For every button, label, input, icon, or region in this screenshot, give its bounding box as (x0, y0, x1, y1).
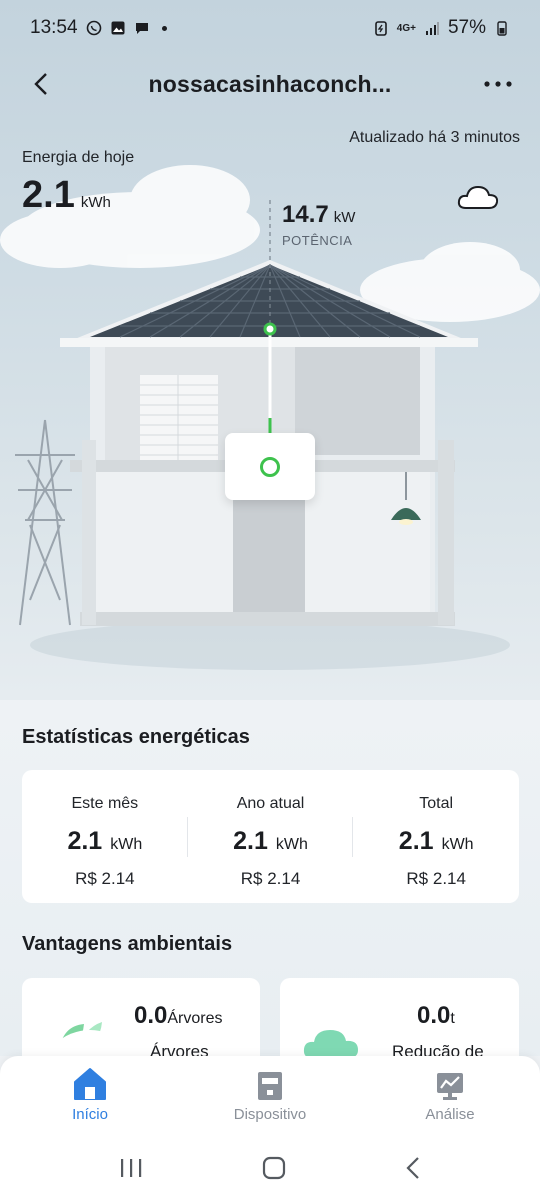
power-readout: 14.7 kW POTÊNCIA (282, 201, 355, 248)
nav-device[interactable]: Dispositivo (180, 1056, 360, 1136)
battery-percent: 57% (447, 17, 486, 38)
more-options-button[interactable] (478, 64, 518, 104)
more-notifications-dot (161, 25, 167, 31)
status-time: 13:54 (30, 17, 78, 38)
status-bar: 13:54 4G+ 57% (0, 0, 540, 56)
energy-today-number: 2.1 (22, 174, 75, 216)
stat-unit: kWh (275, 836, 308, 853)
nav-home-label: Início (72, 1106, 108, 1123)
stats-card[interactable]: Este mês 2.1 kWh R$ 2.14 Ano atual 2.1 k… (22, 770, 519, 903)
stat-number: 2.1 (398, 827, 434, 855)
stat-this-month: Este mês 2.1 kWh R$ 2.14 (22, 770, 188, 903)
stat-value: 2.1 kWh (399, 827, 474, 856)
chat-bubble-icon (135, 23, 148, 34)
home-icon (74, 1068, 106, 1100)
inverter-device[interactable] (225, 433, 315, 500)
env-section-title: Vantagens ambientais (22, 933, 233, 955)
back-system-icon[interactable] (405, 1156, 421, 1180)
stat-unit: kWh (441, 836, 474, 853)
app-header: nossacasinhaconch... (0, 56, 540, 112)
recent-apps-icon[interactable] (119, 1157, 143, 1179)
power-number: 14.7 (282, 201, 329, 228)
power-label: POTÊNCIA (282, 233, 353, 248)
env-unit: t (450, 1010, 455, 1027)
whatsapp-icon (86, 20, 101, 36)
env-number: 0.0 (417, 1002, 451, 1029)
system-navigation (0, 1136, 540, 1200)
env-co2-value: 0.0 t (417, 1002, 455, 1030)
home-system-icon[interactable] (262, 1156, 286, 1180)
stat-number: 2.1 (67, 827, 103, 855)
more-dots-icon (484, 81, 512, 87)
power-unit: kW (333, 209, 356, 226)
analysis-icon (437, 1073, 463, 1100)
back-button[interactable] (22, 64, 62, 104)
network-type: 4G+ (396, 22, 416, 34)
stat-label: Este mês (71, 795, 139, 812)
stat-money: R$ 2.14 (406, 869, 466, 888)
back-arrow-icon (34, 73, 47, 95)
nav-device-label: Dispositivo (233, 1106, 307, 1123)
stat-money: R$ 2.14 (240, 869, 301, 888)
stat-value: 2.1 kWh (67, 827, 142, 856)
energy-today-value: 2.1 kWh (22, 174, 111, 217)
energy-today-label: Energia de hoje (22, 149, 135, 166)
inverter-status-ring (260, 456, 280, 477)
env-number: 0.0 (134, 1002, 168, 1029)
stat-value: 2.1 kWh (233, 827, 308, 856)
stats-section-title: Estatísticas energéticas (22, 726, 250, 748)
stat-unit: kWh (110, 836, 143, 853)
stat-label: Total (419, 795, 454, 812)
nav-analysis[interactable]: Análise (360, 1056, 540, 1136)
device-icon (258, 1072, 282, 1100)
signal-icon (425, 22, 439, 35)
nav-analysis-label: Análise (425, 1106, 475, 1123)
stat-current-year: Ano atual 2.1 kWh R$ 2.14 (188, 770, 354, 903)
stat-number: 2.1 (233, 827, 268, 855)
updated-text: Atualizado há 3 minutos (349, 129, 520, 146)
gallery-icon (111, 21, 125, 35)
env-trees-value: 0.0 Árvores (134, 1002, 223, 1030)
battery-icon (497, 21, 507, 36)
stat-money: R$ 2.14 (75, 869, 135, 888)
env-unit: Árvores (167, 1010, 223, 1027)
stat-total: Total 2.1 kWh R$ 2.14 (353, 770, 519, 903)
stat-label: Ano atual (236, 795, 305, 812)
energy-today-unit: kWh (80, 194, 111, 211)
battery-saver-icon (374, 21, 387, 36)
cloud-weather-icon[interactable] (456, 182, 500, 212)
bottom-nav: Início Dispositivo Análise (0, 1056, 540, 1136)
nav-home[interactable]: Início (0, 1056, 180, 1136)
plant-title: nossacasinhaconch... (148, 70, 392, 97)
